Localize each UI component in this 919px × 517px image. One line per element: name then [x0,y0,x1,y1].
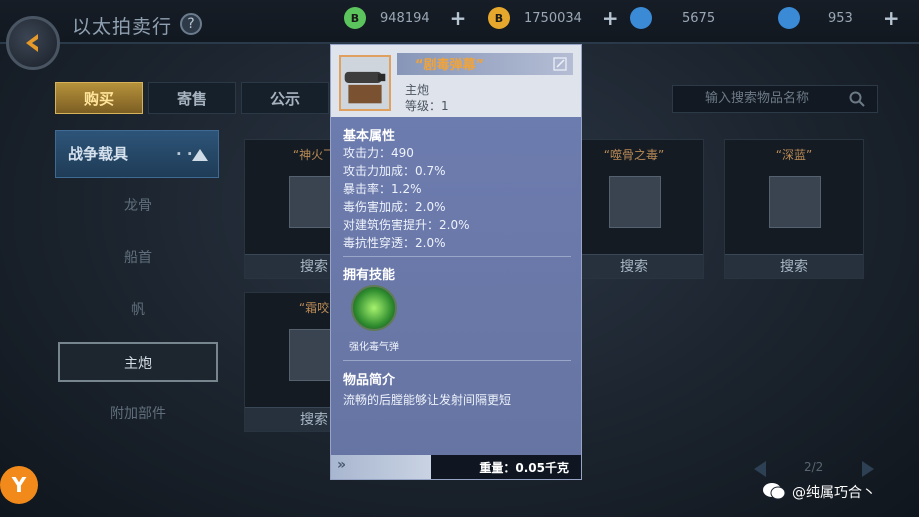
watermark-text: @纯属巧合丶 [792,485,876,501]
collapse-arrow-icon[interactable] [192,149,208,161]
gold-coin-icon: B [488,7,510,29]
edit-icon[interactable] [553,57,567,71]
sidebar-item-sail[interactable]: 帆 [58,290,218,330]
pagination: 2/2 [752,458,876,480]
logo-icon: Y [0,466,38,504]
resource-green-coin: B 948194 + [344,6,467,30]
top-bar: 以太拍卖行 ? B 948194 + B 1750034 + 5675 953 … [0,0,919,44]
item-card[interactable]: “噬骨之毒” 搜索 [564,139,704,279]
expand-chevron-icon[interactable]: » [331,455,431,479]
sidebar-item-keel[interactable]: 龙骨 [58,186,218,226]
resource-value: 948194 [380,10,430,26]
popup-header: “剧毒弹幕” 主炮 等级：1 [331,45,581,117]
page-indicator: 2/2 [804,460,824,474]
blue-gear-icon [630,7,652,29]
blue-crystal-icon [778,7,800,29]
item-search-button[interactable]: 搜索 [725,254,863,278]
divider [343,360,571,361]
add-crystal-button[interactable]: + [883,6,900,30]
tab-buy[interactable]: 购买 [55,82,143,114]
divider [343,256,571,257]
resource-blue-gear: 5675 [630,7,715,29]
item-intro-text: 流畅的后膛能够让发射间隔更短 [343,393,512,407]
item-card-name: “深蓝” [775,148,813,162]
help-icon[interactable]: ? [180,13,202,35]
next-page-icon[interactable] [862,461,874,477]
item-card-name: “噬骨之毒” [603,148,665,162]
basic-attributes-title: 基本属性 [343,129,396,144]
skills-title: 拥有技能 [343,268,396,283]
sidebar-item-bow[interactable]: 船首 [58,238,218,278]
search-placeholder: 输入搜索物品名称 [705,91,810,106]
popup-footer: » 重量：0.05千克 [331,455,581,479]
stat-line: 暴击率：1.2% [343,182,422,196]
resource-blue-crystal: 953 + [778,6,900,30]
resource-value: 953 [828,10,853,26]
add-gold-coin-button[interactable]: + [602,6,619,30]
skill-name: 强化毒气弹 [349,342,399,353]
chat-bubble-icon [763,483,786,500]
item-card[interactable]: “深蓝” 搜索 [724,139,864,279]
sidebar-item-main-cannon[interactable]: 主炮 [58,342,218,382]
search-icon[interactable] [849,91,865,107]
cannon-icon [339,55,391,111]
cannon-icon [609,176,661,228]
green-coin-icon: B [344,7,366,29]
resource-gold-coin: B 1750034 + [488,6,619,30]
cannon-icon [769,176,821,228]
search-input[interactable]: 输入搜索物品名称 [672,85,878,113]
item-intro-title: 物品简介 [343,373,396,388]
stat-line: 毒抗性穿透：2.0% [343,236,446,250]
sidebar-item-attachment[interactable]: 附加部件 [58,394,218,434]
tab-consign[interactable]: 寄售 [148,82,236,114]
resource-value: 5675 [682,10,716,26]
poison-skill-icon[interactable] [351,285,397,331]
stat-line: 攻击力加成：0.7% [343,164,446,178]
page-title: 以太拍卖行 [72,16,173,38]
item-type: 主炮 [405,83,430,97]
item-detail-popup: “剧毒弹幕” 主炮 等级：1 基本属性 攻击力：490 攻击力加成：0.7% 暴… [330,44,582,480]
item-search-button[interactable]: 搜索 [565,254,703,278]
item-name: “剧毒弹幕” [415,58,485,73]
tab-public[interactable]: 公示 [241,82,329,114]
item-weight: 重量：0.05千克 [479,461,569,475]
resource-value: 1750034 [524,10,582,26]
prev-page-icon[interactable] [754,461,766,477]
item-name-bar: “剧毒弹幕” [397,53,573,75]
back-arrow-icon [26,34,38,52]
back-button[interactable] [6,16,60,70]
stat-line: 对建筑伤害提升：2.0% [343,218,470,232]
category-header-war-vehicle[interactable]: 战争载具 · · [55,130,219,178]
add-green-coin-button[interactable]: + [450,6,467,30]
category-header-label: 战争载具 [68,145,129,163]
item-level: 等级：1 [405,99,449,113]
stat-line: 毒伤害加成：2.0% [343,200,446,214]
category-dots: · · [176,145,193,163]
stat-line: 攻击力：490 [343,146,414,160]
